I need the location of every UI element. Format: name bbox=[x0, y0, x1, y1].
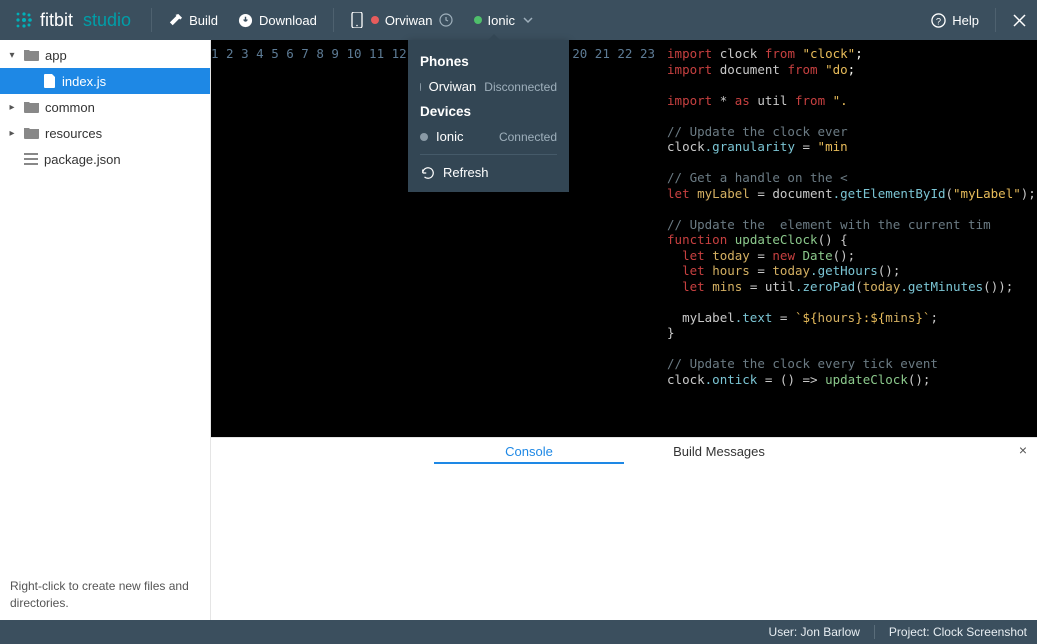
hammer-icon bbox=[168, 13, 183, 28]
phone-selector[interactable]: Orviwan bbox=[340, 0, 464, 40]
download-icon bbox=[238, 13, 253, 28]
svg-text:?: ? bbox=[936, 16, 941, 26]
help-icon: ? bbox=[931, 13, 946, 28]
bottom-panel: Console Build Messages × bbox=[211, 437, 1037, 620]
list-icon bbox=[24, 153, 38, 165]
tab-build-messages[interactable]: Build Messages bbox=[624, 440, 814, 463]
device-row-dot bbox=[420, 133, 428, 141]
phone-row-name: Orviwan bbox=[429, 79, 477, 94]
refresh-label: Refresh bbox=[443, 165, 489, 180]
download-button[interactable]: Download bbox=[228, 0, 327, 40]
file-tree: ▾ app index.js ▸ common ▸ resources pack… bbox=[0, 40, 210, 569]
phone-row-status: Disconnected bbox=[484, 80, 557, 94]
phone-name: Orviwan bbox=[385, 13, 433, 28]
sidebar: ▾ app index.js ▸ common ▸ resources pack… bbox=[0, 40, 211, 620]
status-separator bbox=[874, 625, 875, 639]
phone-icon bbox=[350, 13, 365, 28]
status-project: Project: Clock Screenshot bbox=[889, 625, 1027, 639]
console-body[interactable] bbox=[211, 464, 1037, 620]
code-body[interactable]: import clock from "clock"; import docume… bbox=[663, 40, 1036, 437]
logo-product: studio bbox=[83, 10, 131, 31]
download-label: Download bbox=[259, 13, 317, 28]
refresh-row[interactable]: Refresh bbox=[408, 159, 569, 186]
chevron-right-icon: ▸ bbox=[6, 102, 18, 113]
tree-label: index.js bbox=[62, 74, 106, 89]
device-name: Ionic bbox=[488, 13, 515, 28]
close-button[interactable] bbox=[1002, 0, 1037, 40]
device-row-name: Ionic bbox=[436, 129, 491, 144]
devices-header: Devices bbox=[408, 100, 569, 123]
device-selector[interactable]: Ionic bbox=[464, 0, 546, 40]
phone-row-dot bbox=[420, 83, 421, 91]
device-status-dot bbox=[474, 16, 482, 24]
folder-icon bbox=[24, 127, 39, 139]
help-button[interactable]: ? Help bbox=[921, 0, 989, 40]
phones-header: Phones bbox=[408, 50, 569, 73]
close-icon bbox=[1012, 13, 1027, 28]
tree-file-package[interactable]: package.json bbox=[0, 146, 210, 172]
tree-label: package.json bbox=[44, 152, 121, 167]
editor-area: 1 2 3 4 5 6 7 8 9 10 11 12 13 14 15 16 1… bbox=[211, 40, 1037, 620]
logo: fitbit studio bbox=[0, 10, 145, 31]
tree-label: app bbox=[45, 48, 67, 63]
tree-label: resources bbox=[45, 126, 102, 141]
toolbar-divider bbox=[995, 8, 996, 32]
device-row[interactable]: Ionic Connected bbox=[408, 123, 569, 150]
build-button[interactable]: Build bbox=[158, 0, 228, 40]
tree-label: common bbox=[45, 100, 95, 115]
help-label: Help bbox=[952, 13, 979, 28]
tree-folder-app[interactable]: ▾ app bbox=[0, 42, 210, 68]
dropdown-separator bbox=[420, 154, 557, 155]
tree-folder-common[interactable]: ▸ common bbox=[0, 94, 210, 120]
tab-underline bbox=[434, 462, 624, 464]
folder-icon bbox=[24, 101, 39, 113]
chevron-right-icon: ▸ bbox=[6, 128, 18, 139]
toolbar: fitbit studio Build Download Orviwan Ion… bbox=[0, 0, 1037, 40]
tree-folder-resources[interactable]: ▸ resources bbox=[0, 120, 210, 146]
file-icon bbox=[44, 74, 56, 88]
connection-dropdown: Phones Orviwan Disconnected Devices Ioni… bbox=[408, 40, 569, 192]
statusbar: User: Jon Barlow Project: Clock Screensh… bbox=[0, 620, 1037, 644]
phone-status-dot bbox=[371, 16, 379, 24]
build-label: Build bbox=[189, 13, 218, 28]
folder-icon bbox=[24, 49, 39, 61]
tree-file-index[interactable]: index.js bbox=[0, 68, 210, 94]
toolbar-divider bbox=[151, 8, 152, 32]
refresh-icon bbox=[420, 165, 435, 180]
sidebar-hint: Right-click to create new files and dire… bbox=[0, 569, 210, 620]
phone-row[interactable]: Orviwan Disconnected bbox=[408, 73, 569, 100]
clock-icon bbox=[439, 13, 454, 28]
device-row-status: Connected bbox=[499, 130, 557, 144]
fitbit-logo-icon bbox=[14, 10, 34, 30]
toolbar-divider bbox=[333, 8, 334, 32]
status-user: User: Jon Barlow bbox=[769, 625, 860, 639]
chevron-down-icon: ▾ bbox=[6, 50, 18, 61]
tab-console[interactable]: Console bbox=[434, 440, 624, 463]
chevron-down-icon bbox=[521, 13, 536, 28]
code-editor[interactable]: 1 2 3 4 5 6 7 8 9 10 11 12 13 14 15 16 1… bbox=[211, 40, 1037, 437]
logo-brand: fitbit bbox=[40, 10, 73, 31]
panel-close-icon[interactable]: × bbox=[1019, 442, 1027, 458]
